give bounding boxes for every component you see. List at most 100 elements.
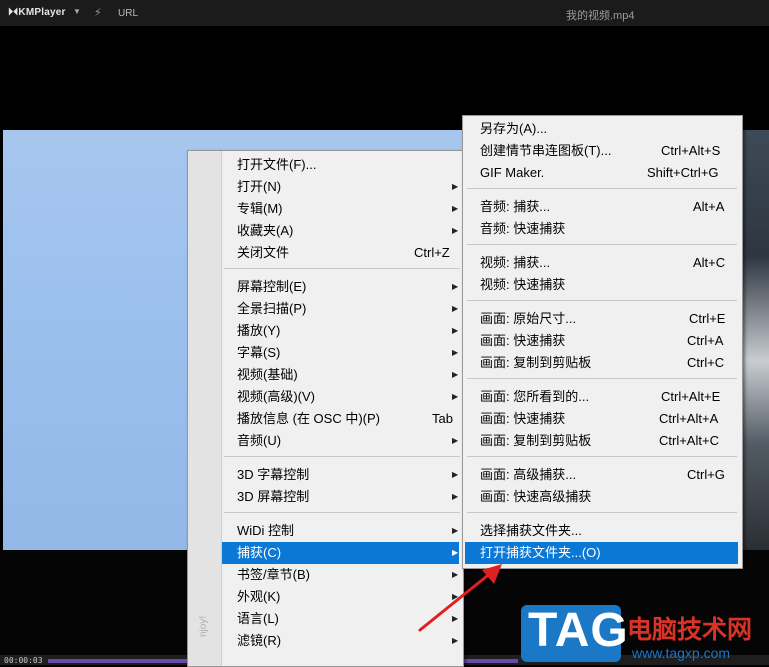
capture-item-audio-capture[interactable]: 音频: 捕获... Alt+A: [465, 196, 738, 218]
capture-item-frame-as-seen-clipboard[interactable]: 画面: 复制到剪贴板 Ctrl+Alt+C: [465, 430, 738, 452]
menu-item-shortcut: Ctrl+A: [687, 333, 724, 348]
menu-item-label: 滤镜(R): [237, 633, 282, 648]
menu-item-label: 音频: 捕获...: [480, 199, 551, 214]
menu-item-label: 3D 字幕控制: [237, 467, 310, 482]
menu-item-open-file[interactable]: 打开文件(F)...: [222, 154, 459, 176]
menu-side-text: njoy!: [198, 615, 209, 637]
menu-separator: [467, 512, 737, 513]
annotation-arrow-icon: [418, 564, 502, 632]
capture-item-video-capture[interactable]: 视频: 捕获... Alt+C: [465, 252, 738, 274]
submenu-arrow-icon: ▶: [452, 226, 459, 235]
window-file-title: 我的视频.mp4: [566, 10, 635, 22]
menu-separator: [467, 300, 737, 301]
menu-item-3d-subtitle[interactable]: 3D 字幕控制 ▶: [222, 464, 459, 486]
background-window-edge: [742, 130, 769, 550]
capture-item-save-as[interactable]: 另存为(A)...: [465, 118, 738, 140]
capture-item-frame-as-seen[interactable]: 画面: 您所看到的... Ctrl+Alt+E: [465, 386, 738, 408]
menu-item-label: 播放信息 (在 OSC 中)(P): [237, 411, 380, 426]
menu-item-label: 视频(高级)(V): [237, 389, 315, 404]
menu-item-label: 视频(基础): [237, 367, 298, 382]
capture-item-advanced[interactable]: 画面: 高级捕获... Ctrl+G: [465, 464, 738, 486]
menu-side-strip: njoy!: [188, 151, 222, 666]
menu-item-label: 字幕(S): [237, 345, 281, 360]
menu-item-label: 画面: 快速捕获: [480, 333, 566, 348]
submenu-arrow-icon: ▶: [452, 392, 459, 401]
url-button[interactable]: URL: [118, 8, 138, 19]
menu-separator: [467, 188, 737, 189]
menu-item-label: 外观(K): [237, 589, 281, 604]
menu-item-label: 关闭文件: [237, 245, 290, 260]
capture-item-gif-maker[interactable]: GIF Maker. Shift+Ctrl+G: [465, 162, 738, 184]
menu-item-shortcut: Ctrl+Z: [414, 245, 450, 260]
menu-item-label: WiDi 控制: [237, 523, 295, 538]
title-bar: ⏵⏴KMPlayer ▼ ⚡ URL 我的视频.mp4: [0, 0, 769, 26]
menu-item-label: 音频(U): [237, 433, 282, 448]
menu-item-album[interactable]: 专辑(M) ▶: [222, 198, 459, 220]
menu-item-label: 专辑(M): [237, 201, 283, 216]
menu-item-label: 捕获(C): [237, 545, 282, 560]
menu-item-close-file[interactable]: 关闭文件 Ctrl+Z: [222, 242, 459, 264]
submenu-arrow-icon: ▶: [452, 182, 459, 191]
menu-item-label: 视频: 捕获...: [480, 255, 551, 270]
app-logo[interactable]: ⏵⏴KMPlayer: [8, 7, 66, 18]
capture-item-frame-as-seen-quick[interactable]: 画面: 快速捕获 Ctrl+Alt+A: [465, 408, 738, 430]
submenu-arrow-icon: ▶: [452, 304, 459, 313]
menu-item-label: 画面: 您所看到的...: [480, 389, 590, 404]
menu-separator: [224, 268, 460, 269]
menu-item-video-advanced[interactable]: 视频(高级)(V) ▶: [222, 386, 459, 408]
capture-item-storyboard[interactable]: 创建情节串连图板(T)... Ctrl+Alt+S: [465, 140, 738, 162]
menu-item-label: 画面: 复制到剪贴板: [480, 355, 592, 370]
menu-separator: [467, 244, 737, 245]
menu-item-label: 书签/章节(B): [237, 567, 310, 582]
menu-item-label: 另存为(A)...: [480, 121, 548, 136]
chevron-down-icon[interactable]: ▼: [73, 7, 81, 16]
menu-item-video-basic[interactable]: 视频(基础) ▶: [222, 364, 459, 386]
menu-item-label: 打开(N): [237, 179, 282, 194]
submenu-arrow-icon: ▶: [452, 326, 459, 335]
menu-item-shortcut: Ctrl+G: [687, 467, 725, 482]
capture-item-advanced-quick[interactable]: 画面: 快速高级捕获: [465, 486, 738, 508]
menu-item-screen-control[interactable]: 屏幕控制(E) ▶: [222, 276, 459, 298]
menu-item-label: 画面: 快速高级捕获: [480, 489, 592, 504]
menu-item-label: 3D 屏幕控制: [237, 489, 310, 504]
submenu-arrow-icon: ▶: [452, 436, 459, 445]
menu-item-shortcut: Shift+Ctrl+G: [647, 165, 719, 180]
submenu-arrow-icon: ▶: [452, 526, 459, 535]
capture-item-video-quick[interactable]: 视频: 快速捕获: [465, 274, 738, 296]
menu-separator: [224, 512, 460, 513]
menu-item-label: 创建情节串连图板(T)...: [480, 143, 612, 158]
menu-item-audio[interactable]: 音频(U) ▶: [222, 430, 459, 452]
submenu-arrow-icon: ▶: [452, 492, 459, 501]
menu-item-3d-screen[interactable]: 3D 屏幕控制 ▶: [222, 486, 459, 508]
menu-item-label: 音频: 快速捕获: [480, 221, 566, 236]
menu-item-label: 收藏夹(A): [237, 223, 294, 238]
menu-item-label: 语言(L): [237, 611, 279, 626]
menu-item-pan-scan[interactable]: 全景扫描(P) ▶: [222, 298, 459, 320]
menu-item-label: 画面: 复制到剪贴板: [480, 433, 592, 448]
menu-separator: [224, 456, 460, 457]
submenu-arrow-icon: ▶: [452, 370, 459, 379]
menu-item-playback[interactable]: 播放(Y) ▶: [222, 320, 459, 342]
menu-item-playback-info[interactable]: 播放信息 (在 OSC 中)(P) Tab: [222, 408, 459, 430]
submenu-arrow-icon: ▶: [452, 282, 459, 291]
submenu-arrow-icon: ▶: [452, 204, 459, 213]
capture-item-select-folder[interactable]: 选择捕获文件夹...: [465, 520, 738, 542]
capture-item-frame-original[interactable]: 画面: 原始尺寸... Ctrl+E: [465, 308, 738, 330]
capture-item-frame-clipboard[interactable]: 画面: 复制到剪贴板 Ctrl+C: [465, 352, 738, 374]
menu-item-label: 打开文件(F)...: [237, 157, 317, 172]
capture-item-frame-quick[interactable]: 画面: 快速捕获 Ctrl+A: [465, 330, 738, 352]
menu-item-shortcut: Alt+C: [693, 255, 726, 270]
menu-item-favorites[interactable]: 收藏夹(A) ▶: [222, 220, 459, 242]
elapsed-time: 00:00:03: [4, 656, 43, 665]
lightning-icon[interactable]: ⚡: [94, 6, 102, 19]
menu-item-shortcut: Ctrl+Alt+E: [661, 389, 721, 404]
menu-item-open[interactable]: 打开(N) ▶: [222, 176, 459, 198]
menu-item-widi[interactable]: WiDi 控制 ▶: [222, 520, 459, 542]
menu-item-shortcut: Alt+A: [693, 199, 725, 214]
menu-item-subtitles[interactable]: 字幕(S) ▶: [222, 342, 459, 364]
menu-item-label: 画面: 高级捕获...: [480, 467, 577, 482]
capture-item-audio-quick[interactable]: 音频: 快速捕获: [465, 218, 738, 240]
watermark-badge-text: TAG: [528, 604, 629, 657]
menu-item-label: 视频: 快速捕获: [480, 277, 566, 292]
menu-item-label: 画面: 原始尺寸...: [480, 311, 577, 326]
